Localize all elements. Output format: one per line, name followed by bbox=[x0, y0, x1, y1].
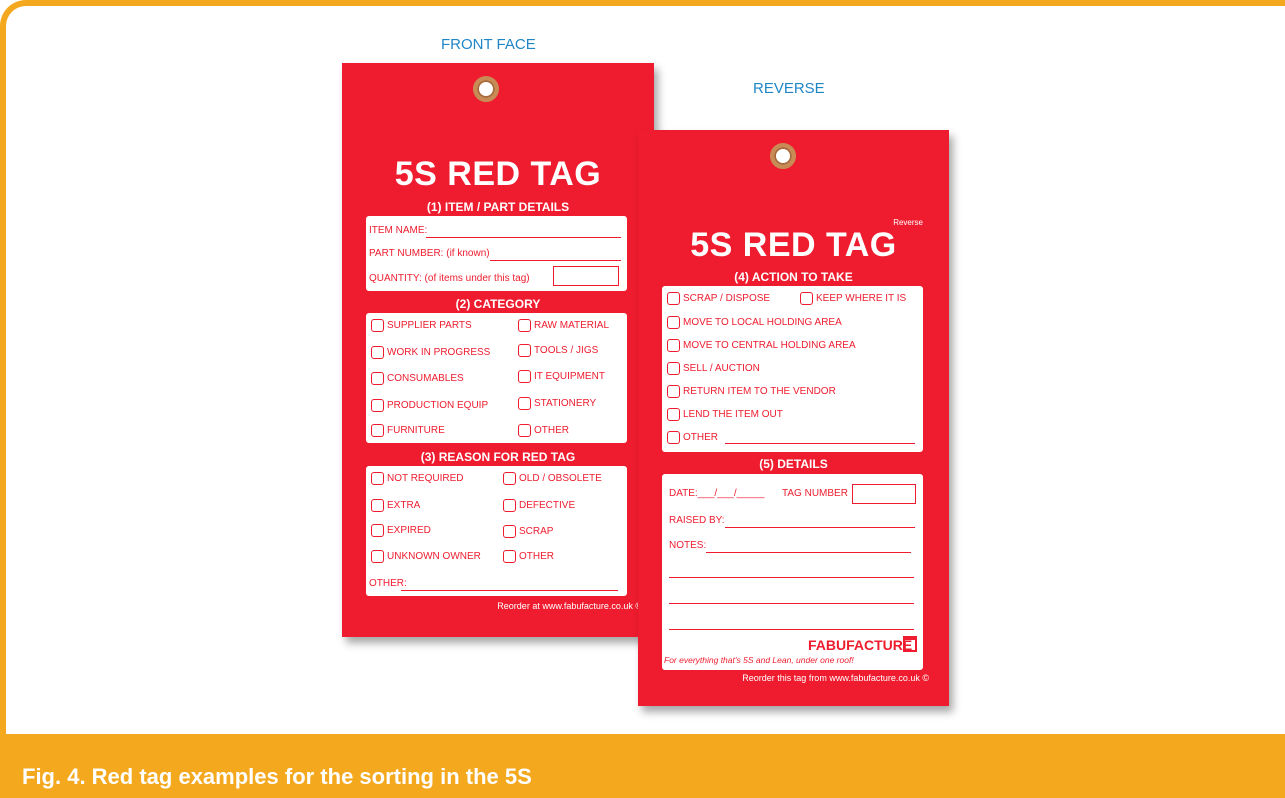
reason-scrap: SCRAP bbox=[503, 525, 553, 538]
reason-heading: (3) REASON FOR RED TAG bbox=[420, 450, 576, 464]
reason-expired: EXPIRED bbox=[371, 524, 431, 537]
part-number-label: PART NUMBER: (if known) bbox=[369, 248, 490, 259]
category-stationery: STATIONERY bbox=[518, 397, 596, 410]
category-consumables: CONSUMABLES bbox=[371, 372, 464, 385]
reverse-tag: Reverse 5S RED TAG (4) ACTION TO TAKE SC… bbox=[638, 130, 949, 706]
tag-number-label: TAG NUMBER bbox=[782, 488, 848, 499]
raised-by-line bbox=[725, 527, 915, 528]
category-panel: SUPPLIER PARTS RAW MATERIAL WORK IN PROG… bbox=[366, 313, 627, 443]
reason-not-required: NOT REQUIRED bbox=[371, 472, 464, 485]
fabufacture-logo: FABUFACTURE bbox=[808, 637, 913, 653]
item-details-panel: ITEM NAME: PART NUMBER: (if known) QUANT… bbox=[366, 216, 627, 291]
front-tag: 5S RED TAG (1) ITEM / PART DETAILS ITEM … bbox=[342, 63, 654, 637]
brand-slogan: For everything that's 5S and Lean, under… bbox=[664, 655, 854, 665]
item-name-label: ITEM NAME: bbox=[369, 225, 428, 236]
category-heading: (2) CATEGORY bbox=[455, 297, 541, 311]
category-furniture: FURNITURE bbox=[371, 424, 445, 437]
notes-line bbox=[669, 577, 914, 578]
raised-by-label: RAISED BY: bbox=[669, 515, 725, 526]
category-raw-material: RAW MATERIAL bbox=[518, 319, 609, 332]
figure-caption: Fig. 4. Red tag examples for the sorting… bbox=[22, 764, 532, 789]
part-number-line bbox=[490, 260, 621, 261]
date-label: DATE:___/___/_____ bbox=[669, 488, 765, 499]
category-production-equip: PRODUCTION EQUIP bbox=[371, 399, 488, 412]
action-move-local: MOVE TO LOCAL HOLDING AREA bbox=[667, 316, 842, 329]
action-other: OTHER bbox=[667, 431, 718, 444]
fabufacture-logo-icon bbox=[903, 636, 917, 652]
tag-number-box bbox=[852, 484, 916, 504]
notes-line bbox=[706, 552, 911, 553]
notes-line bbox=[669, 629, 914, 630]
reason-old-obsolete: OLD / OBSOLETE bbox=[503, 472, 602, 485]
front-reorder-text: Reorder at www.fabufacture.co.uk © bbox=[497, 601, 642, 611]
front-face-label: FRONT FACE bbox=[441, 36, 536, 53]
category-it-equipment: IT EQUIPMENT bbox=[518, 370, 605, 383]
action-keep-where-it-is: KEEP WHERE IT IS bbox=[800, 292, 906, 305]
details-heading: (5) DETAILS bbox=[759, 457, 828, 471]
reason-panel: NOT REQUIRED OLD / OBSOLETE EXTRA DEFECT… bbox=[366, 466, 627, 596]
category-work-in-progress: WORK IN PROGRESS bbox=[371, 346, 490, 359]
item-details-heading: (1) ITEM / PART DETAILS bbox=[426, 200, 570, 214]
action-heading: (4) ACTION TO TAKE bbox=[734, 270, 853, 284]
action-lend-out: LEND THE ITEM OUT bbox=[667, 408, 783, 421]
reverse-reorder-text: Reorder this tag from www.fabufacture.co… bbox=[742, 673, 929, 683]
front-tag-title: 5S RED TAG bbox=[394, 155, 602, 193]
reason-other-label: OTHER: bbox=[369, 578, 407, 589]
category-supplier-parts: SUPPLIER PARTS bbox=[371, 319, 472, 332]
reason-extra: EXTRA bbox=[371, 499, 420, 512]
reason-other-line bbox=[401, 590, 618, 591]
reason-other: OTHER bbox=[503, 550, 554, 563]
category-other: OTHER bbox=[518, 424, 569, 437]
quantity-box bbox=[553, 266, 619, 286]
notes-label: NOTES: bbox=[669, 540, 707, 551]
action-move-central: MOVE TO CENTRAL HOLDING AREA bbox=[667, 339, 856, 352]
quantity-label: QUANTITY: (of items under this tag) bbox=[369, 273, 530, 284]
reason-unknown-owner: UNKNOWN OWNER bbox=[371, 550, 481, 563]
notes-line bbox=[669, 603, 914, 604]
action-sell-auction: SELL / AUCTION bbox=[667, 362, 760, 375]
item-name-line bbox=[426, 237, 621, 238]
tag-grommet bbox=[770, 143, 796, 169]
action-panel: SCRAP / DISPOSE KEEP WHERE IT IS MOVE TO… bbox=[662, 286, 923, 452]
action-other-line bbox=[725, 443, 915, 444]
category-tools-jigs: TOOLS / JIGS bbox=[518, 344, 598, 357]
details-panel: DATE:___/___/_____ TAG NUMBER RAISED BY:… bbox=[662, 474, 923, 670]
action-return-vendor: RETURN ITEM TO THE VENDOR bbox=[667, 385, 836, 398]
reverse-label: REVERSE bbox=[753, 80, 825, 97]
tag-grommet bbox=[473, 76, 499, 102]
reverse-tag-title: 5S RED TAG bbox=[690, 226, 897, 264]
reason-defective: DEFECTIVE bbox=[503, 499, 575, 512]
action-scrap-dispose: SCRAP / DISPOSE bbox=[667, 292, 770, 305]
